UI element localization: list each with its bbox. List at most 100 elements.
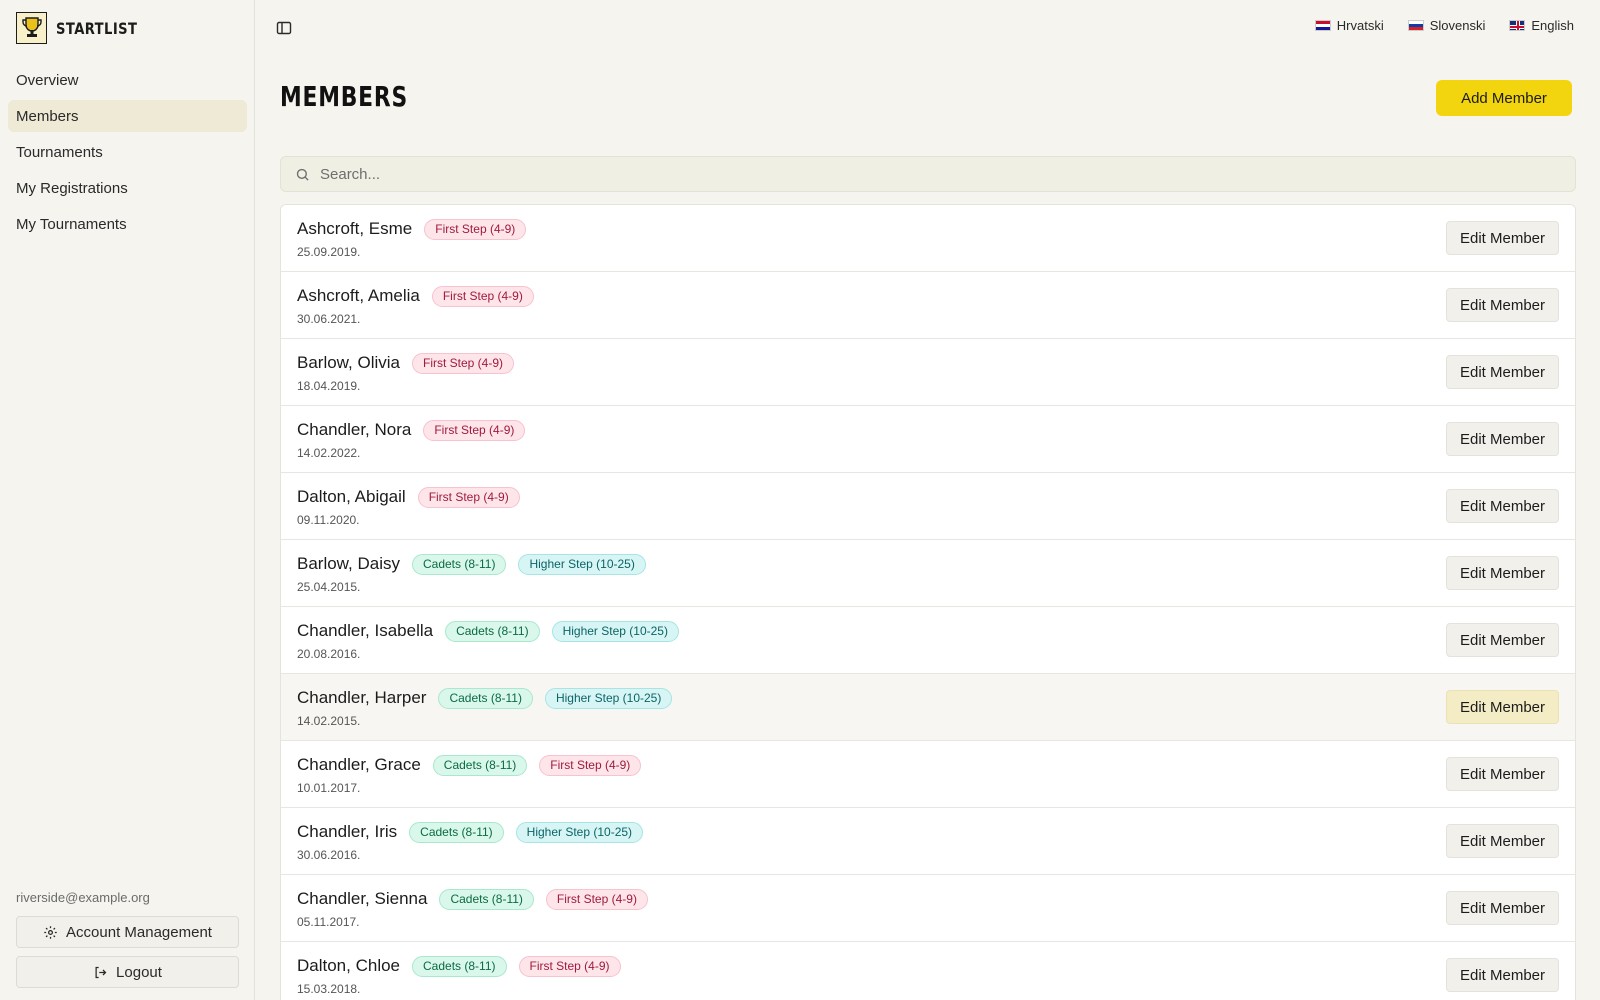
croatia-flag-icon	[1314, 20, 1331, 31]
member-name: Barlow, Olivia	[297, 353, 400, 372]
edit-member-button[interactable]: Edit Member	[1446, 288, 1559, 322]
member-row-header: Barlow, Olivia First Step (4-9)	[297, 351, 526, 375]
uk-flag-icon	[1509, 20, 1526, 31]
member-row: Chandler, Nora First Step (4-9) 14.02.2022…	[281, 406, 1575, 473]
member-row: Dalton, Abigail First Step (4-9) 09.11.202…	[281, 473, 1575, 540]
edit-member-button[interactable]: Edit Member	[1446, 556, 1559, 590]
sidebar-item-members[interactable]: Members	[8, 100, 247, 132]
edit-member-button[interactable]: Edit Member	[1446, 221, 1559, 255]
edit-member-button[interactable]: Edit Member	[1446, 422, 1559, 456]
member-row: Chandler, Grace Cadets (8-11) First Step (…	[281, 741, 1575, 808]
category-badge: Cadets (8-11)	[438, 687, 533, 709]
category-badge: First Step (4-9)	[417, 486, 520, 508]
category-badge: First Step (4-9)	[518, 955, 621, 977]
member-birth-date: 05.11.2017.	[297, 915, 360, 929]
member-row-header: Chandler, Sienna Cadets (8-11) First Step …	[297, 887, 660, 911]
sidebar-item-label: Members	[16, 107, 79, 125]
language-label: Slovenski	[1429, 18, 1486, 33]
member-birth-date: 14.02.2015.	[297, 714, 361, 728]
language-switcher: Hrvatski Slovenski English	[1291, 18, 1574, 33]
member-name: Chandler, Grace	[297, 755, 421, 774]
category-badge: Cadets (8-11)	[411, 553, 507, 575]
category-badge: Cadets (8-11)	[432, 754, 528, 776]
sidebar-nav: Overview Members Tournaments My Registra…	[8, 64, 247, 244]
sidebar-item-my-registrations[interactable]: My Registrations	[8, 172, 247, 204]
sidebar: STARTLIST Overview Members Tournaments M…	[0, 0, 255, 1000]
account-management-button[interactable]: Account Management	[16, 916, 239, 948]
member-birth-date: 10.01.2017.	[297, 781, 361, 795]
edit-member-button[interactable]: Edit Member	[1446, 958, 1559, 992]
member-birth-date: 25.04.2015.	[297, 580, 361, 594]
member-row-header: Chandler, Isabella Cadets (8-11) Higher St…	[297, 619, 691, 643]
member-name: Chandler, Isabella	[297, 621, 434, 640]
member-row-header: Chandler, Iris Cadets (8-11) Higher Step (…	[297, 820, 655, 844]
category-badge: First Step (4-9)	[411, 352, 514, 374]
member-row: Chandler, Sienna Cadets (8-11) First Step …	[281, 875, 1575, 942]
sidebar-item-tournaments[interactable]: Tournaments	[8, 136, 247, 168]
member-row: Ashcroft, Amelia First Step (4-9) 30.06.20…	[281, 272, 1575, 339]
category-badge: Higher Step (10-25)	[544, 687, 673, 709]
edit-member-button[interactable]: Edit Member	[1446, 891, 1559, 925]
member-birth-date: 25.09.2019.	[297, 245, 361, 259]
member-row: Chandler, Iris Cadets (8-11) Higher Step (…	[281, 808, 1575, 875]
member-row-header: Barlow, Daisy Cadets (8-11) Higher Step (1…	[297, 552, 658, 576]
brand[interactable]: STARTLIST	[16, 12, 155, 44]
page-title: MEMBERS	[280, 80, 408, 113]
language-slovenski[interactable]: Slovenski	[1407, 18, 1486, 33]
member-name: Ashcroft, Amelia	[297, 286, 420, 305]
sidebar-toggle-button[interactable]	[272, 16, 296, 40]
edit-member-button[interactable]: Edit Member	[1446, 824, 1559, 858]
sidebar-item-my-tournaments[interactable]: My Tournaments	[8, 208, 247, 240]
search-icon	[296, 168, 309, 181]
language-hrvatski[interactable]: Hrvatski	[1314, 18, 1384, 33]
edit-member-button[interactable]: Edit Member	[1446, 489, 1559, 523]
member-birth-date: 30.06.2021.	[297, 312, 361, 326]
account-management-label: Account Management	[66, 923, 212, 941]
member-name: Chandler, Sienna	[297, 889, 428, 908]
gear-icon	[44, 925, 57, 939]
slovenia-flag-icon	[1407, 20, 1424, 31]
edit-member-button[interactable]: Edit Member	[1446, 757, 1559, 791]
language-label: Hrvatski	[1336, 18, 1384, 33]
member-birth-date: 18.04.2019.	[297, 379, 361, 393]
member-name: Chandler, Nora	[297, 420, 412, 439]
sidebar-item-label: Tournaments	[16, 143, 103, 161]
search-input[interactable]	[320, 165, 1520, 183]
category-badge: Cadets (8-11)	[445, 620, 540, 642]
edit-member-button[interactable]: Edit Member	[1446, 623, 1559, 657]
member-name: Dalton, Chloe	[297, 956, 401, 975]
language-label: English	[1531, 18, 1574, 33]
member-name: Chandler, Iris	[297, 822, 398, 841]
member-row: Dalton, Chloe Cadets (8-11) First Step (4-…	[281, 942, 1575, 1000]
member-birth-date: 20.08.2016.	[297, 647, 361, 661]
sidebar-item-label: Overview	[16, 71, 79, 89]
member-row: Chandler, Harper Cadets (8-11) Higher Step…	[281, 674, 1575, 741]
sidebar-toggle-icon	[276, 21, 292, 35]
category-badge: Cadets (8-11)	[412, 955, 507, 977]
member-row-header: Dalton, Chloe Cadets (8-11) First Step (4-…	[297, 954, 633, 978]
sidebar-item-overview[interactable]: Overview	[8, 64, 247, 96]
logout-button[interactable]: Logout	[16, 956, 239, 988]
member-row-header: Chandler, Nora First Step (4-9)	[297, 418, 537, 442]
category-badge: First Step (4-9)	[539, 754, 642, 776]
edit-member-button[interactable]: Edit Member	[1446, 355, 1559, 389]
member-row: Barlow, Daisy Cadets (8-11) Higher Step (1…	[281, 540, 1575, 607]
logout-icon	[95, 966, 107, 978]
category-badge: First Step (4-9)	[423, 419, 526, 441]
member-row-header: Chandler, Grace Cadets (8-11) First Step (…	[297, 753, 653, 777]
sidebar-item-label: My Registrations	[16, 179, 128, 197]
add-member-button[interactable]: Add Member	[1436, 80, 1572, 116]
member-row: Chandler, Isabella Cadets (8-11) Higher St…	[281, 607, 1575, 674]
brand-name: STARTLIST	[56, 18, 138, 38]
language-english[interactable]: English	[1509, 18, 1574, 33]
member-list: Ashcroft, Esme First Step (4-9) 25.09.2019…	[280, 204, 1576, 1000]
category-badge: First Step (4-9)	[545, 888, 648, 910]
sidebar-footer: riverside@example.org Account Management…	[16, 890, 239, 988]
member-row: Barlow, Olivia First Step (4-9) 18.04.2019…	[281, 339, 1575, 406]
member-birth-date: 15.03.2018.	[297, 982, 361, 996]
search-bar	[280, 156, 1576, 192]
app-root: STARTLIST Overview Members Tournaments M…	[0, 0, 1600, 1000]
member-name: Chandler, Harper	[297, 688, 427, 707]
edit-member-button[interactable]: Edit Member	[1446, 690, 1559, 724]
user-email: riverside@example.org	[16, 890, 150, 905]
